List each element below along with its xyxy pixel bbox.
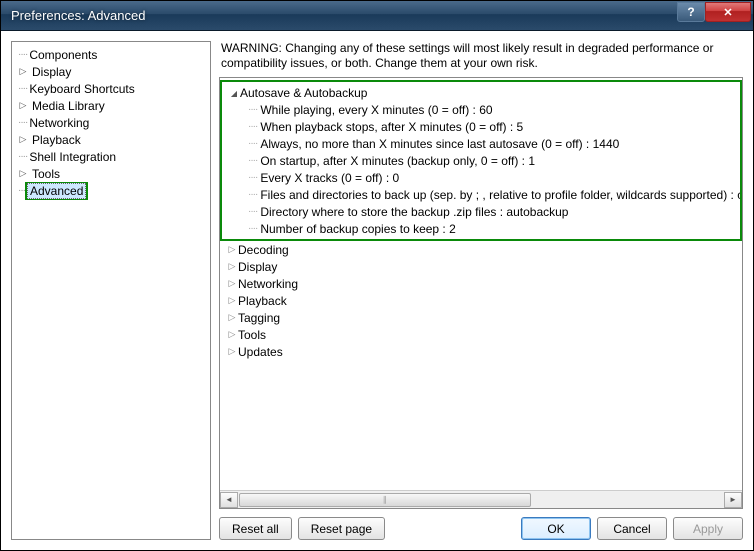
warning-text: WARNING: Changing any of these settings … <box>219 41 743 77</box>
apply-button[interactable]: Apply <box>673 517 743 540</box>
expand-icon[interactable] <box>226 244 238 255</box>
scroll-thumb[interactable]: ∥ <box>239 493 531 507</box>
close-button[interactable]: ✕ <box>705 2 751 22</box>
expand-icon[interactable] <box>226 278 238 289</box>
dialog-buttons: Reset all Reset page OK Cancel Apply <box>219 509 743 540</box>
group-tagging[interactable]: Tagging <box>220 309 742 326</box>
help-button[interactable]: ? <box>677 2 705 22</box>
scroll-left-button[interactable]: ◄ <box>220 492 238 508</box>
setting-row[interactable]: ····Every X tracks (0 = off) : 0 <box>222 169 740 186</box>
setting-row[interactable]: ····While playing, every X minutes (0 = … <box>222 101 740 118</box>
close-icon: ✕ <box>723 6 732 19</box>
scroll-track[interactable]: ∥ <box>238 492 724 508</box>
sidebar-item-components[interactable]: ···· Components <box>14 46 208 63</box>
expand-icon[interactable] <box>226 312 238 323</box>
expand-icon[interactable] <box>226 346 238 357</box>
group-autosave-autobackup[interactable]: Autosave & Autobackup <box>222 84 740 101</box>
sidebar-item-playback[interactable]: ▷ Playback <box>14 131 208 148</box>
scroll-right-button[interactable]: ► <box>724 492 742 508</box>
group-updates[interactable]: Updates <box>220 343 742 360</box>
expand-icon[interactable] <box>226 329 238 340</box>
expand-icon[interactable] <box>226 295 238 306</box>
setting-row[interactable]: ····On startup, after X minutes (backup … <box>222 152 740 169</box>
reset-page-button[interactable]: Reset page <box>298 517 385 540</box>
sidebar-item-networking[interactable]: ···· Networking <box>14 114 208 131</box>
window-controls: ? ✕ <box>677 2 751 22</box>
setting-row[interactable]: ····Files and directories to back up (se… <box>222 186 740 203</box>
titlebar: Preferences: Advanced ? ✕ <box>1 1 753 31</box>
sidebar-item-shell-integration[interactable]: ···· Shell Integration <box>14 148 208 165</box>
sidebar-item-keyboard-shortcuts[interactable]: ···· Keyboard Shortcuts <box>14 80 208 97</box>
reset-all-button[interactable]: Reset all <box>219 517 292 540</box>
expand-icon[interactable]: ▷ <box>18 67 28 77</box>
group-playback[interactable]: Playback <box>220 292 742 309</box>
sidebar-item-advanced[interactable]: ··· Advanced <box>14 182 208 199</box>
settings-tree[interactable]: Autosave & Autobackup ····While playing,… <box>219 77 743 509</box>
group-decoding[interactable]: Decoding <box>220 241 742 258</box>
setting-row[interactable]: ····Always, no more than X minutes since… <box>222 135 740 152</box>
setting-row[interactable]: ····Number of backup copies to keep : 2 <box>222 220 740 237</box>
expand-icon[interactable]: ▷ <box>18 169 28 179</box>
expand-icon[interactable]: ▷ <box>18 135 28 145</box>
group-networking[interactable]: Networking <box>220 275 742 292</box>
sidebar-item-display[interactable]: ▷ Display <box>14 63 208 80</box>
expand-icon[interactable]: ▷ <box>18 101 28 111</box>
horizontal-scrollbar[interactable]: ◄ ∥ ► <box>220 490 742 508</box>
settings-scroll-area: Autosave & Autobackup ····While playing,… <box>220 78 742 490</box>
group-tools[interactable]: Tools <box>220 326 742 343</box>
sidebar-item-tools[interactable]: ▷ Tools <box>14 165 208 182</box>
collapse-icon[interactable] <box>228 88 240 98</box>
content-area: ···· Components ▷ Display ···· Keyboard … <box>1 31 753 550</box>
setting-row[interactable]: ····When playback stops, after X minutes… <box>222 118 740 135</box>
category-sidebar[interactable]: ···· Components ▷ Display ···· Keyboard … <box>11 41 211 540</box>
window-title: Preferences: Advanced <box>11 8 145 23</box>
cancel-button[interactable]: Cancel <box>597 517 667 540</box>
main-panel: WARNING: Changing any of these settings … <box>219 41 743 540</box>
ok-button[interactable]: OK <box>521 517 591 540</box>
highlighted-group: Autosave & Autobackup ····While playing,… <box>220 80 742 241</box>
expand-icon[interactable] <box>226 261 238 272</box>
setting-row[interactable]: ····Directory where to store the backup … <box>222 203 740 220</box>
group-display[interactable]: Display <box>220 258 742 275</box>
sidebar-item-media-library[interactable]: ▷ Media Library <box>14 97 208 114</box>
